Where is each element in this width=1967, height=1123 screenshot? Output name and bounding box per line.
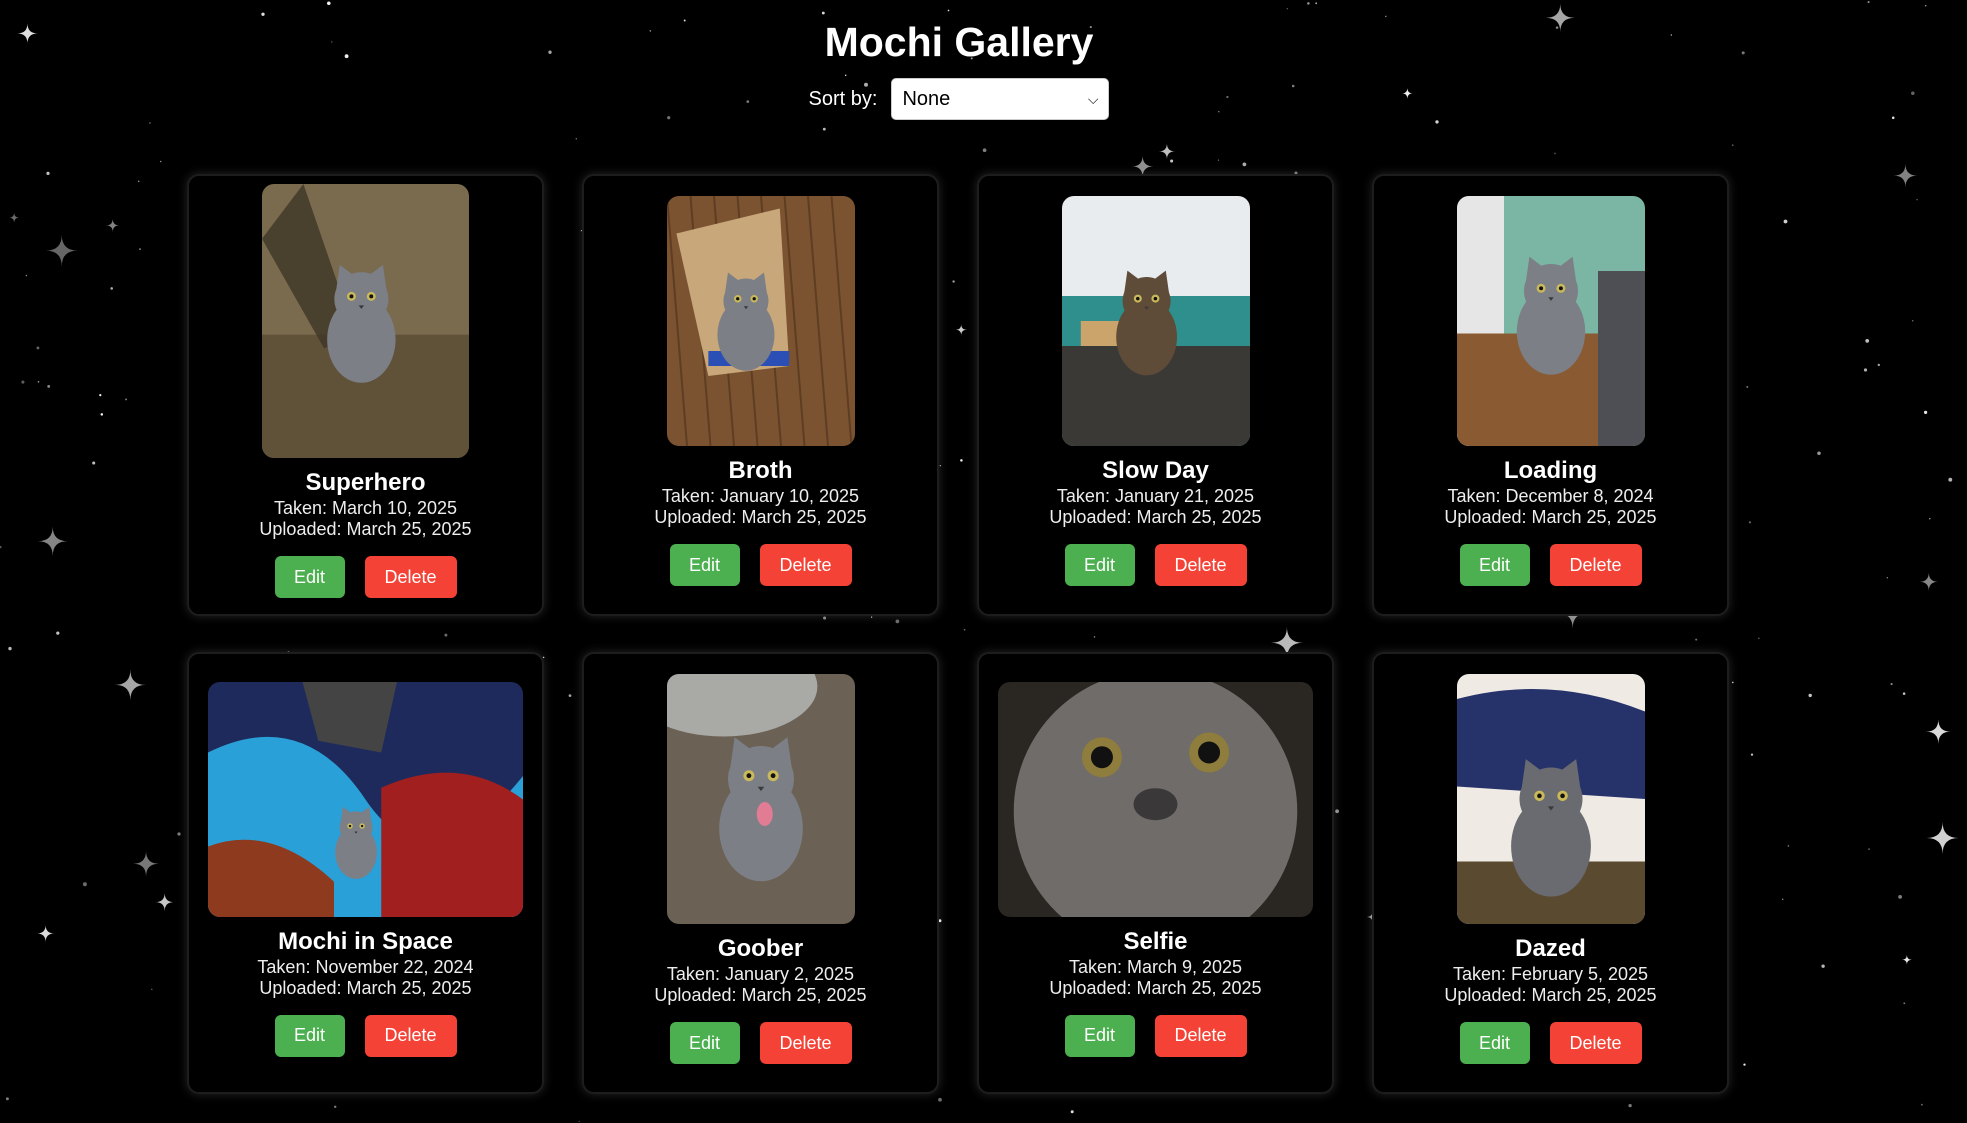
photo-card: Mochi in Space Taken: November 22, 2024 …: [187, 652, 544, 1094]
delete-button[interactable]: Delete: [759, 1022, 852, 1064]
photo-uploaded-date: Uploaded: March 25, 2025: [1444, 985, 1657, 1005]
photo-uploaded-date: Uploaded: March 25, 2025: [1049, 977, 1262, 998]
chevron-down-icon: ⌵: [1087, 90, 1099, 107]
photo-taken-date: Taken: January 21, 2025: [1056, 486, 1255, 506]
card-actions: Edit Delete: [1064, 544, 1247, 586]
card-actions: Edit Delete: [1459, 544, 1642, 586]
photo-image: [998, 681, 1313, 917]
photo-uploaded-date: Uploaded: March 25, 2025: [1444, 507, 1657, 527]
photo-image: [666, 196, 855, 446]
sort-select[interactable]: None ⌵: [891, 78, 1110, 120]
photo-taken-date: Taken: March 10, 2025: [273, 498, 458, 518]
edit-button[interactable]: Edit: [274, 1014, 345, 1057]
header: Mochi Gallery Sort by: None ⌵: [0, 18, 1918, 120]
sort-bar: Sort by: None ⌵: [0, 78, 1918, 120]
page-title: Mochi Gallery: [824, 19, 1094, 65]
delete-button[interactable]: Delete: [364, 1014, 457, 1057]
photo-card: Broth Taken: January 10, 2025 Uploaded: …: [582, 174, 939, 616]
edit-button[interactable]: Edit: [1064, 544, 1135, 586]
card-actions: Edit Delete: [1064, 1014, 1247, 1057]
photo-title: Dazed: [1515, 935, 1586, 962]
photo-taken-date: Taken: January 10, 2025: [661, 486, 860, 506]
delete-button[interactable]: Delete: [1549, 544, 1642, 586]
photo-title: Mochi in Space: [278, 927, 453, 955]
delete-button[interactable]: Delete: [759, 544, 852, 586]
sort-label: Sort by:: [808, 87, 878, 110]
photo-image: [1061, 196, 1250, 446]
card-actions: Edit Delete: [669, 1022, 852, 1064]
card-actions: Edit Delete: [274, 556, 457, 598]
photo-taken-date: Taken: February 5, 2025: [1452, 964, 1649, 984]
photo-title: Slow Day: [1102, 457, 1209, 484]
photo-card: Slow Day Taken: January 21, 2025 Uploade…: [977, 174, 1334, 616]
delete-button[interactable]: Delete: [1549, 1022, 1642, 1064]
photo-card: Goober Taken: January 2, 2025 Uploaded: …: [582, 652, 939, 1094]
photo-grid: Superhero Taken: March 10, 2025 Uploaded…: [187, 174, 1729, 1094]
photo-title: Selfie: [1123, 927, 1188, 955]
photo-taken-date: Taken: January 2, 2025: [666, 964, 855, 984]
photo-card: Selfie Taken: March 9, 2025 Uploaded: Ma…: [977, 652, 1334, 1094]
edit-button[interactable]: Edit: [669, 1022, 740, 1064]
photo-uploaded-date: Uploaded: March 25, 2025: [654, 507, 867, 527]
photo-card: Superhero Taken: March 10, 2025 Uploaded…: [187, 174, 544, 616]
card-actions: Edit Delete: [669, 544, 852, 586]
photo-image: [1456, 196, 1645, 446]
photo-title: Broth: [728, 457, 793, 484]
card-actions: Edit Delete: [1459, 1022, 1642, 1064]
edit-button[interactable]: Edit: [1459, 1022, 1530, 1064]
photo-uploaded-date: Uploaded: March 25, 2025: [259, 977, 472, 998]
sort-select-value: None: [902, 87, 951, 110]
photo-uploaded-date: Uploaded: March 25, 2025: [654, 985, 867, 1005]
photo-title: Goober: [717, 935, 804, 962]
delete-button[interactable]: Delete: [1154, 544, 1247, 586]
photo-card: Dazed Taken: February 5, 2025 Uploaded: …: [1372, 652, 1729, 1094]
gallery-page: Mochi Gallery Sort by: None ⌵ Superhero …: [0, 0, 1967, 1123]
photo-taken-date: Taken: November 22, 2024: [257, 956, 474, 977]
photo-image: [208, 681, 523, 917]
photo-image: [262, 184, 469, 458]
photo-uploaded-date: Uploaded: March 25, 2025: [259, 519, 472, 539]
edit-button[interactable]: Edit: [274, 556, 345, 598]
photo-image: [1456, 674, 1645, 924]
photo-taken-date: Taken: March 9, 2025: [1068, 956, 1243, 977]
edit-button[interactable]: Edit: [669, 544, 740, 586]
photo-title: Superhero: [305, 469, 426, 496]
delete-button[interactable]: Delete: [1154, 1014, 1247, 1057]
photo-uploaded-date: Uploaded: March 25, 2025: [1049, 507, 1262, 527]
delete-button[interactable]: Delete: [364, 556, 457, 598]
photo-image: [666, 674, 855, 924]
edit-button[interactable]: Edit: [1459, 544, 1530, 586]
edit-button[interactable]: Edit: [1064, 1014, 1135, 1057]
photo-taken-date: Taken: December 8, 2024: [1447, 486, 1654, 506]
photo-card: Loading Taken: December 8, 2024 Uploaded…: [1372, 174, 1729, 616]
card-actions: Edit Delete: [274, 1014, 457, 1057]
photo-title: Loading: [1503, 457, 1598, 484]
